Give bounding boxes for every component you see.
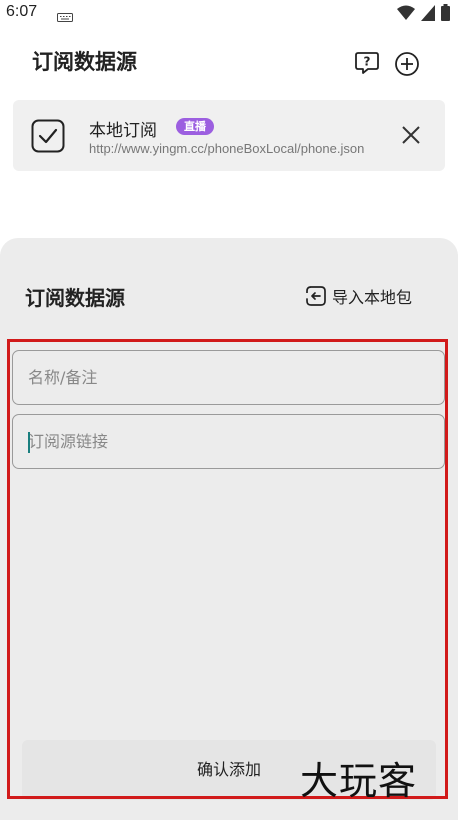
- name-input[interactable]: [13, 351, 444, 404]
- subscription-url: http://www.yingm.cc/phoneBoxLocal/phone.…: [89, 141, 365, 156]
- page-title: 订阅数据源: [32, 50, 137, 74]
- status-bar: 6:07: [0, 0, 458, 26]
- live-badge: 直播: [176, 118, 214, 135]
- watermark: 大玩客: [300, 759, 418, 803]
- help-icon: ?: [355, 52, 379, 74]
- keyboard-icon: [57, 7, 73, 26]
- subscription-name: 本地订阅: [89, 121, 157, 141]
- status-time: 6:07: [6, 3, 38, 20]
- delete-button[interactable]: [400, 124, 422, 146]
- name-field[interactable]: [12, 350, 445, 405]
- import-label: 导入本地包: [332, 288, 413, 307]
- import-icon: [306, 286, 326, 306]
- checkbox-icon[interactable]: [31, 119, 65, 153]
- svg-text:?: ?: [364, 55, 371, 69]
- battery-icon: [441, 4, 450, 25]
- url-field[interactable]: [12, 414, 445, 469]
- subscription-card[interactable]: 本地订阅 直播 http://www.yingm.cc/phoneBoxLoca…: [13, 100, 445, 171]
- signal-icon: [421, 4, 435, 25]
- import-local-button[interactable]: 导入本地包: [305, 284, 412, 308]
- text-cursor: [28, 432, 30, 453]
- sheet-title: 订阅数据源: [25, 286, 125, 310]
- add-icon: [395, 52, 419, 76]
- help-button[interactable]: ?: [354, 50, 380, 76]
- add-button[interactable]: [394, 51, 420, 77]
- add-subscription-sheet: 订阅数据源 导入本地包 确认添加: [0, 238, 458, 820]
- url-input[interactable]: [13, 415, 444, 468]
- close-icon: [402, 126, 420, 144]
- wifi-icon: [397, 5, 415, 25]
